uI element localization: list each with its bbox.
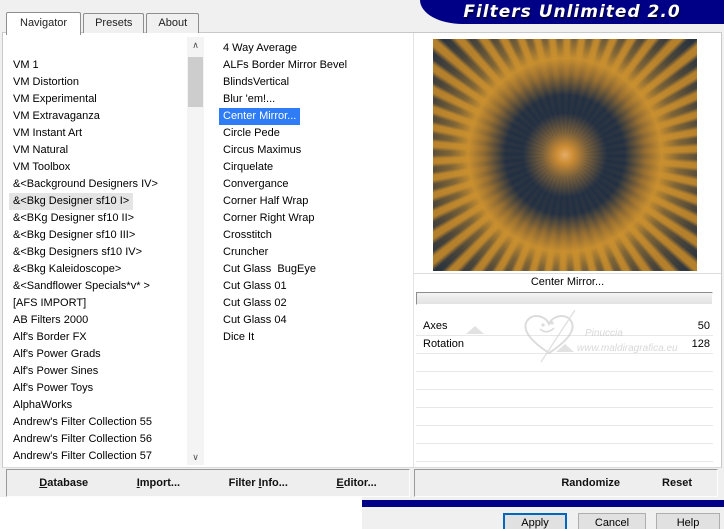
list-item[interactable]: Convergance — [219, 176, 292, 193]
list-item[interactable]: &<Bkg Designers sf10 IV> — [9, 244, 146, 261]
category-list: VM 1 VM Distortion VM Experimental VM Extra… — [9, 57, 187, 467]
category-scrollbar[interactable]: ∧ ∨ — [187, 37, 204, 465]
list-item[interactable]: Crosstitch — [219, 227, 276, 244]
param-row-empty — [416, 426, 713, 444]
list-item[interactable]: AlphaWorks — [9, 397, 76, 414]
param-row-empty — [416, 372, 713, 390]
list-item[interactable]: 4 Way Average — [219, 40, 301, 57]
list-item[interactable]: Andrew's Filter Collection 55 — [9, 414, 156, 431]
randomize-toolbar: Randomize Reset — [414, 469, 718, 497]
app-title-banner: Filters Unlimited 2.0 — [420, 0, 724, 24]
scroll-up-icon[interactable]: ∧ — [187, 37, 204, 53]
database-button[interactable]: Database — [39, 477, 88, 489]
param-row-empty — [416, 408, 713, 426]
import-button[interactable]: Import... — [137, 477, 180, 489]
scrollbar-thumb[interactable] — [188, 57, 203, 107]
list-item[interactable]: VM Natural — [9, 142, 72, 159]
apply-button[interactable]: Apply — [503, 513, 567, 529]
list-item[interactable]: VM Toolbox — [9, 159, 74, 176]
progress-bar — [416, 292, 713, 305]
param-row-rotation[interactable]: Rotation 128 — [416, 336, 713, 354]
list-item[interactable]: Cut Glass 04 — [219, 312, 291, 329]
list-item[interactable]: &<Bkg Kaleidoscope> — [9, 261, 125, 278]
list-item[interactable]: &<Bkg Designer sf10 III> — [9, 227, 139, 244]
filters-unlimited-window: Filters Unlimited 2.0 Navigator Presets Ab… — [0, 0, 724, 529]
randomize-button[interactable]: Randomize — [561, 477, 620, 489]
list-item[interactable]: Cut Glass 02 — [219, 295, 291, 312]
slider-thumb-icon[interactable] — [466, 326, 485, 334]
selected-filter-title: Center Mirror... — [530, 276, 605, 288]
list-item[interactable]: Circle Pede — [219, 125, 284, 142]
tab-about[interactable]: About — [146, 13, 200, 33]
list-item[interactable]: Center Mirror... — [219, 108, 301, 125]
preview-separator — [414, 273, 721, 274]
navigator-tab-page: VM 1 VM Distortion VM Experimental VM Extra… — [2, 32, 722, 468]
list-item[interactable]: Alf's Power Toys — [9, 380, 97, 397]
list-item[interactable]: Corner Right Wrap — [219, 210, 319, 227]
list-item[interactable]: Blur 'em!... — [219, 91, 279, 108]
tab-presets[interactable]: Presets — [83, 13, 145, 33]
filter-info-button[interactable]: Filter Info... — [229, 477, 288, 489]
list-item[interactable]: AB Filters 2000 — [9, 312, 92, 329]
param-name: Axes — [423, 320, 448, 332]
param-row-empty — [416, 354, 713, 372]
footer-accent-bar — [362, 500, 724, 507]
param-row-empty — [416, 444, 713, 462]
list-item[interactable]: Corner Half Wrap — [219, 193, 312, 210]
list-item[interactable]: Dice It — [219, 329, 258, 346]
filter-preview-image — [433, 39, 697, 271]
panel-divider — [413, 33, 414, 467]
filter-list: 4 Way Average ALFs Border Mirror Bevel Bli… — [219, 40, 411, 450]
list-item[interactable]: [AFS IMPORT] — [9, 295, 90, 312]
cancel-button[interactable]: Cancel — [578, 513, 646, 529]
tab-bar: Navigator Presets About — [6, 10, 201, 35]
list-item[interactable]: Andrew's Filter Collection 57 — [9, 448, 156, 465]
help-button[interactable]: Help — [656, 513, 720, 529]
param-value: 50 — [697, 320, 710, 332]
parameter-sliders: Axes 50 Rotation 128 — [416, 318, 713, 462]
list-item[interactable]: &<Background Designers IV> — [9, 176, 162, 193]
scroll-down-icon[interactable]: ∨ — [187, 449, 204, 465]
list-item[interactable]: &<Bkg Designer sf10 I> — [9, 193, 134, 210]
list-item[interactable]: VM Instant Art — [9, 125, 86, 142]
list-item[interactable]: VM Experimental — [9, 91, 101, 108]
list-item[interactable]: Andrew's Filter Collection 58 — [9, 465, 156, 467]
list-item[interactable]: &<BKg Designer sf10 II> — [9, 210, 138, 227]
param-row-empty — [416, 390, 713, 408]
param-row-axes[interactable]: Axes 50 — [416, 318, 713, 336]
list-item[interactable]: ALFs Border Mirror Bevel — [219, 57, 351, 74]
tab-navigator[interactable]: Navigator — [6, 12, 82, 35]
editor-button[interactable]: Editor... — [336, 477, 376, 489]
reset-button[interactable]: Reset — [662, 477, 692, 489]
statusbar: Database:ICNET-Filters Filters:1100 — [0, 497, 362, 529]
app-title: Filters Unlimited 2.0 — [463, 2, 681, 22]
list-item[interactable]: Cut Glass BugEye — [219, 261, 320, 278]
list-item[interactable]: Cruncher — [219, 244, 272, 261]
list-item[interactable]: VM Extravaganza — [9, 108, 104, 125]
slider-thumb-icon[interactable] — [555, 344, 574, 352]
database-toolbar: Database Import... Filter Info... Editor... — [6, 469, 410, 497]
list-item[interactable]: Alf's Power Sines — [9, 363, 102, 380]
list-item[interactable]: Andrew's Filter Collection 56 — [9, 431, 156, 448]
list-item[interactable]: VM Distortion — [9, 74, 83, 91]
list-item[interactable]: Alf's Border FX — [9, 329, 91, 346]
param-name: Rotation — [423, 338, 464, 350]
param-value: 128 — [691, 338, 710, 350]
list-item[interactable]: Alf's Power Grads — [9, 346, 105, 363]
list-item[interactable]: Cirquelate — [219, 159, 277, 176]
list-item[interactable]: BlindsVertical — [219, 74, 293, 91]
list-item[interactable]: Circus Maximus — [219, 142, 305, 159]
list-item[interactable]: &<Sandflower Specials*v* > — [9, 278, 154, 295]
list-item[interactable]: Cut Glass 01 — [219, 278, 291, 295]
list-item[interactable]: VM 1 — [9, 57, 43, 74]
